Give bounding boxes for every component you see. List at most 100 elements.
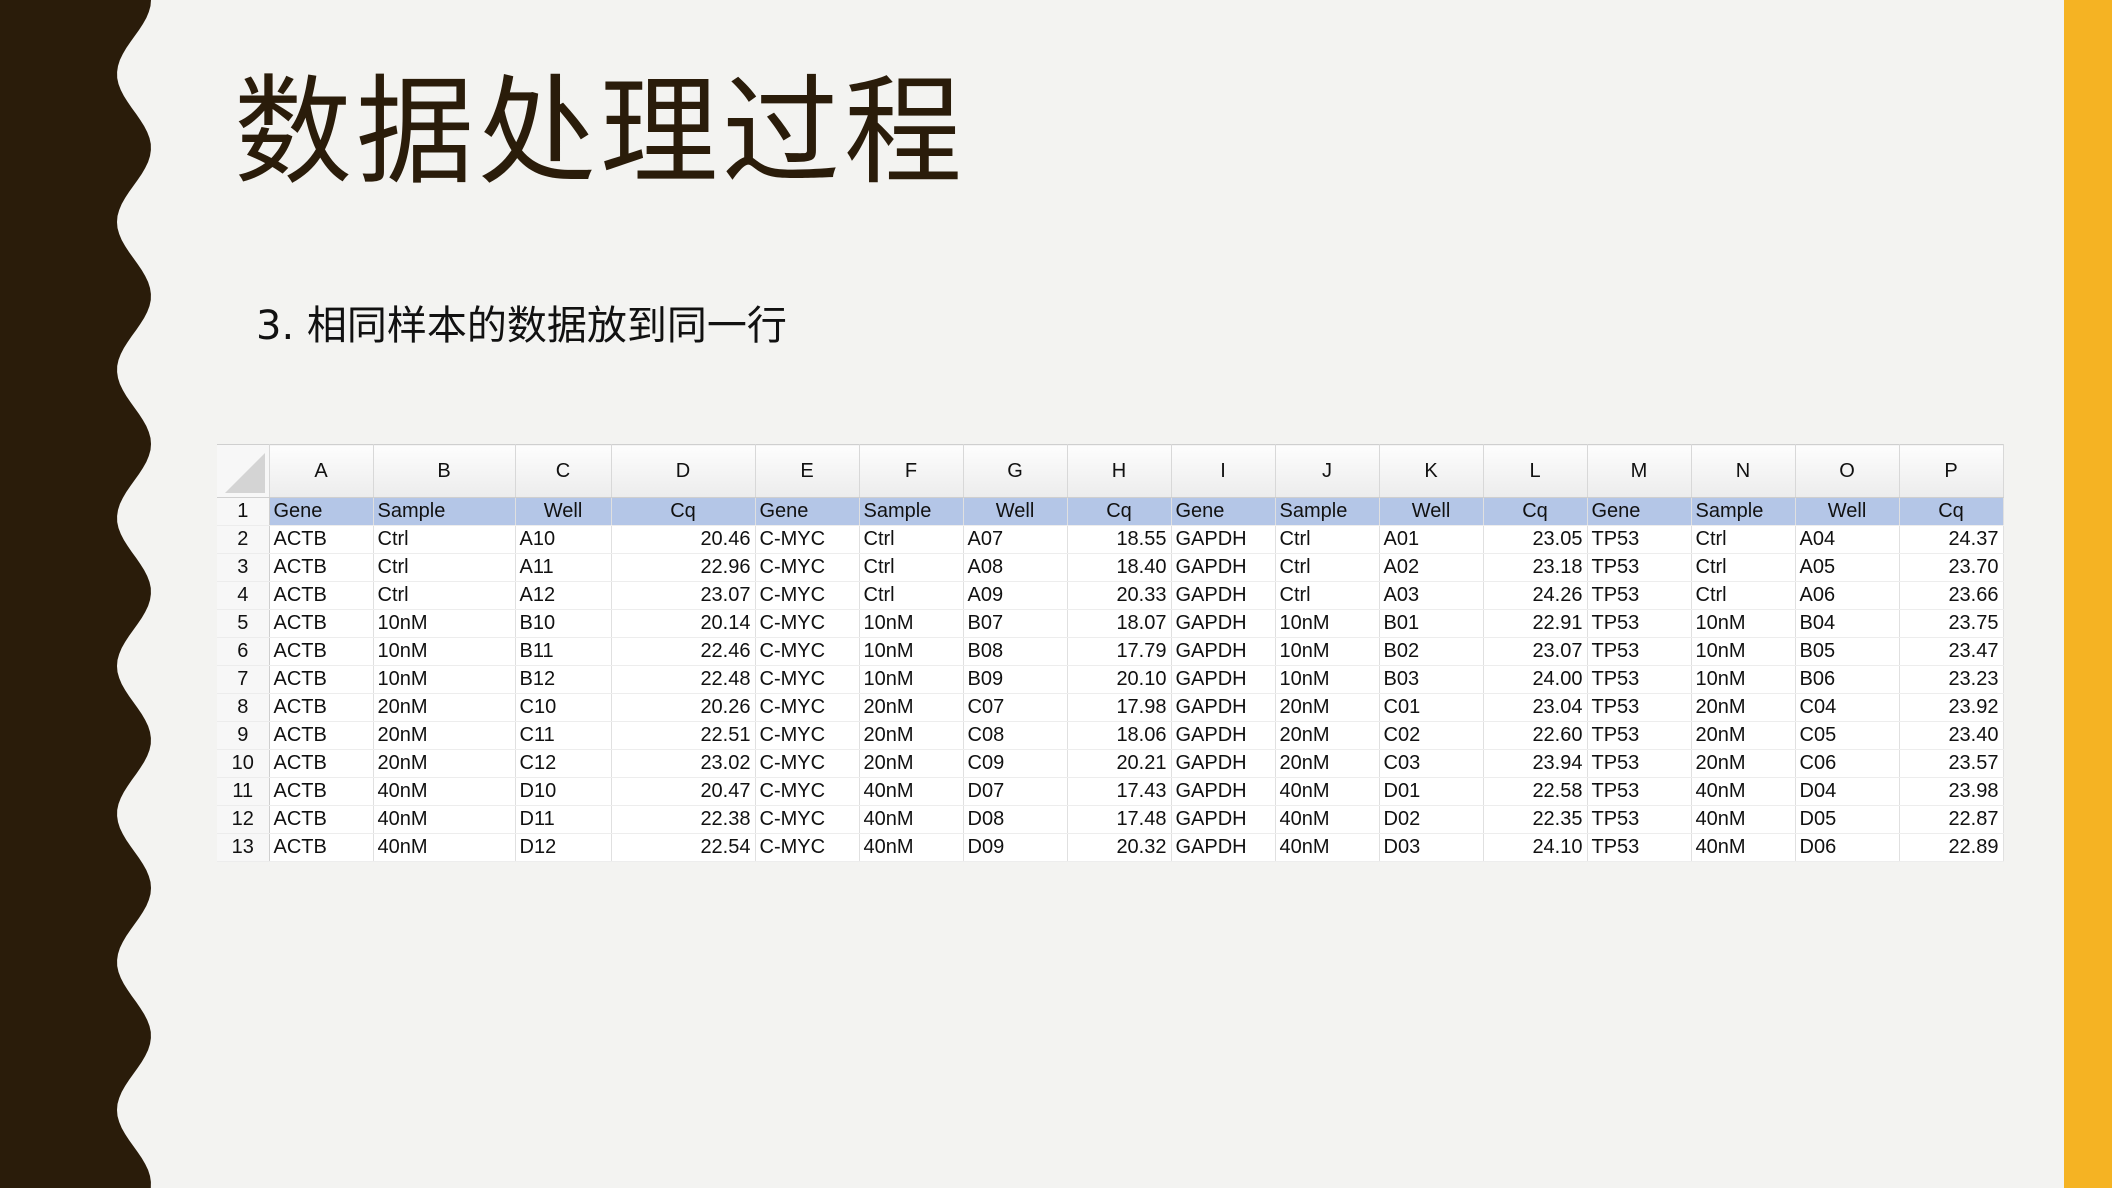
cell-i2[interactable]: GAPDH: [1171, 525, 1276, 554]
cell-j3[interactable]: Ctrl: [1275, 553, 1380, 582]
cell-i1[interactable]: Gene: [1171, 497, 1276, 526]
cell-j13[interactable]: 40nM: [1275, 833, 1380, 862]
cell-a9[interactable]: ACTB: [269, 721, 374, 750]
cell-l7[interactable]: 24.00: [1483, 665, 1588, 694]
cell-o2[interactable]: A04: [1795, 525, 1900, 554]
cell-d8[interactable]: 20.26: [611, 693, 756, 722]
row-number[interactable]: 6: [217, 637, 270, 666]
cell-m5[interactable]: TP53: [1587, 609, 1692, 638]
cell-l1[interactable]: Cq: [1483, 497, 1588, 526]
cell-e5[interactable]: C-MYC: [755, 609, 860, 638]
cell-k9[interactable]: C02: [1379, 721, 1484, 750]
cell-a8[interactable]: ACTB: [269, 693, 374, 722]
cell-n12[interactable]: 40nM: [1691, 805, 1796, 834]
cell-i6[interactable]: GAPDH: [1171, 637, 1276, 666]
cell-m12[interactable]: TP53: [1587, 805, 1692, 834]
cell-c1[interactable]: Well: [515, 497, 612, 526]
cell-e12[interactable]: C-MYC: [755, 805, 860, 834]
cell-d4[interactable]: 23.07: [611, 581, 756, 610]
cell-n10[interactable]: 20nM: [1691, 749, 1796, 778]
cell-f2[interactable]: Ctrl: [859, 525, 964, 554]
cell-e4[interactable]: C-MYC: [755, 581, 860, 610]
cell-o9[interactable]: C05: [1795, 721, 1900, 750]
cell-i10[interactable]: GAPDH: [1171, 749, 1276, 778]
cell-b2[interactable]: Ctrl: [373, 525, 516, 554]
cell-h10[interactable]: 20.21: [1067, 749, 1172, 778]
cell-o7[interactable]: B06: [1795, 665, 1900, 694]
cell-h2[interactable]: 18.55: [1067, 525, 1172, 554]
cell-n5[interactable]: 10nM: [1691, 609, 1796, 638]
cell-k10[interactable]: C03: [1379, 749, 1484, 778]
cell-e8[interactable]: C-MYC: [755, 693, 860, 722]
cell-a13[interactable]: ACTB: [269, 833, 374, 862]
cell-c2[interactable]: A10: [515, 525, 612, 554]
cell-a1[interactable]: Gene: [269, 497, 374, 526]
cell-m9[interactable]: TP53: [1587, 721, 1692, 750]
cell-b8[interactable]: 20nM: [373, 693, 516, 722]
cell-h7[interactable]: 20.10: [1067, 665, 1172, 694]
cell-m3[interactable]: TP53: [1587, 553, 1692, 582]
cell-k13[interactable]: D03: [1379, 833, 1484, 862]
cell-n7[interactable]: 10nM: [1691, 665, 1796, 694]
cell-e9[interactable]: C-MYC: [755, 721, 860, 750]
cell-f11[interactable]: 40nM: [859, 777, 964, 806]
cell-n8[interactable]: 20nM: [1691, 693, 1796, 722]
cell-j9[interactable]: 20nM: [1275, 721, 1380, 750]
cell-i9[interactable]: GAPDH: [1171, 721, 1276, 750]
cell-l4[interactable]: 24.26: [1483, 581, 1588, 610]
cell-g12[interactable]: D08: [963, 805, 1068, 834]
cell-i12[interactable]: GAPDH: [1171, 805, 1276, 834]
cell-c7[interactable]: B12: [515, 665, 612, 694]
cell-b5[interactable]: 10nM: [373, 609, 516, 638]
row-number[interactable]: 1: [217, 497, 270, 526]
cell-l6[interactable]: 23.07: [1483, 637, 1588, 666]
column-header-k[interactable]: K: [1379, 444, 1484, 498]
cell-j11[interactable]: 40nM: [1275, 777, 1380, 806]
cell-k8[interactable]: C01: [1379, 693, 1484, 722]
cell-c3[interactable]: A11: [515, 553, 612, 582]
cell-a3[interactable]: ACTB: [269, 553, 374, 582]
column-header-e[interactable]: E: [755, 444, 860, 498]
cell-j8[interactable]: 20nM: [1275, 693, 1380, 722]
cell-k6[interactable]: B02: [1379, 637, 1484, 666]
cell-b11[interactable]: 40nM: [373, 777, 516, 806]
cell-h4[interactable]: 20.33: [1067, 581, 1172, 610]
row-number[interactable]: 13: [217, 833, 270, 862]
cell-e13[interactable]: C-MYC: [755, 833, 860, 862]
cell-d5[interactable]: 20.14: [611, 609, 756, 638]
cell-d13[interactable]: 22.54: [611, 833, 756, 862]
cell-h6[interactable]: 17.79: [1067, 637, 1172, 666]
cell-j2[interactable]: Ctrl: [1275, 525, 1380, 554]
cell-c5[interactable]: B10: [515, 609, 612, 638]
cell-h11[interactable]: 17.43: [1067, 777, 1172, 806]
cell-e7[interactable]: C-MYC: [755, 665, 860, 694]
column-header-l[interactable]: L: [1483, 444, 1588, 498]
column-header-f[interactable]: F: [859, 444, 964, 498]
cell-m1[interactable]: Gene: [1587, 497, 1692, 526]
cell-f13[interactable]: 40nM: [859, 833, 964, 862]
cell-m11[interactable]: TP53: [1587, 777, 1692, 806]
cell-f1[interactable]: Sample: [859, 497, 964, 526]
cell-i8[interactable]: GAPDH: [1171, 693, 1276, 722]
row-number[interactable]: 5: [217, 609, 270, 638]
cell-h8[interactable]: 17.98: [1067, 693, 1172, 722]
cell-g9[interactable]: C08: [963, 721, 1068, 750]
row-number[interactable]: 3: [217, 553, 270, 582]
cell-o6[interactable]: B05: [1795, 637, 1900, 666]
cell-k7[interactable]: B03: [1379, 665, 1484, 694]
cell-o11[interactable]: D04: [1795, 777, 1900, 806]
cell-g10[interactable]: C09: [963, 749, 1068, 778]
cell-b3[interactable]: Ctrl: [373, 553, 516, 582]
row-number[interactable]: 7: [217, 665, 270, 694]
row-number[interactable]: 8: [217, 693, 270, 722]
cell-g4[interactable]: A09: [963, 581, 1068, 610]
cell-i3[interactable]: GAPDH: [1171, 553, 1276, 582]
cell-i4[interactable]: GAPDH: [1171, 581, 1276, 610]
cell-g5[interactable]: B07: [963, 609, 1068, 638]
cell-p10[interactable]: 23.57: [1899, 749, 2004, 778]
cell-p11[interactable]: 23.98: [1899, 777, 2004, 806]
cell-p12[interactable]: 22.87: [1899, 805, 2004, 834]
column-header-p[interactable]: P: [1899, 444, 2004, 498]
row-number[interactable]: 12: [217, 805, 270, 834]
cell-d7[interactable]: 22.48: [611, 665, 756, 694]
